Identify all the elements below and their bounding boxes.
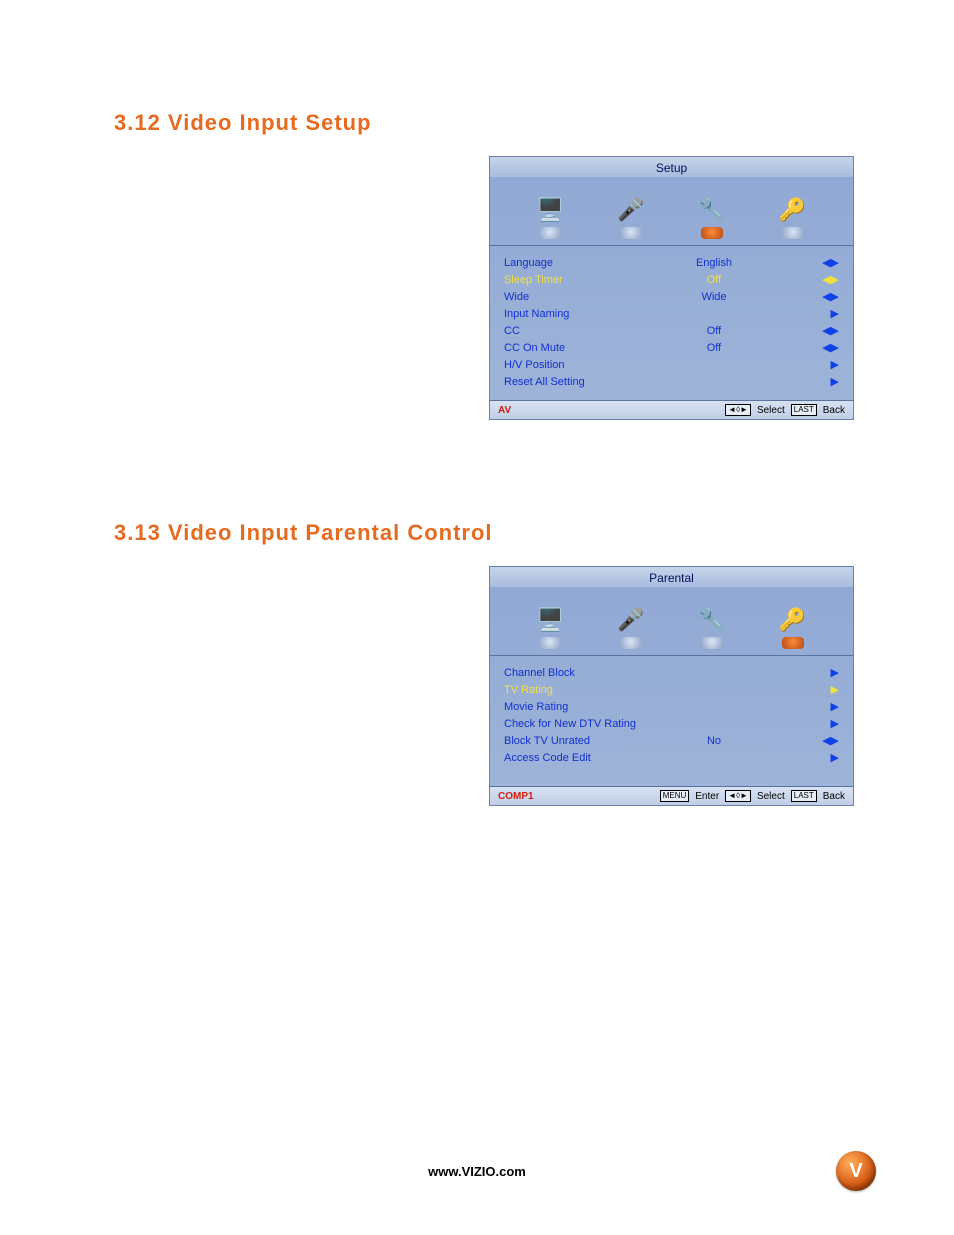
- audio-icon: 🎤: [617, 197, 644, 223]
- right-arrow-icon: ▶: [774, 358, 843, 371]
- menu-row[interactable]: TV Rating ▶: [504, 681, 843, 698]
- menu-row-label: Reset All Setting: [504, 376, 654, 388]
- left-right-arrow-icon: ◀▶: [774, 341, 843, 354]
- menu-row-label: CC: [504, 325, 654, 337]
- hint-text: Back: [823, 405, 845, 416]
- osd-title: Parental: [490, 567, 853, 587]
- menu-row[interactable]: Input Naming ▶: [504, 305, 843, 322]
- menu-row-label: H/V Position: [504, 359, 654, 371]
- input-source-label: COMP1: [498, 791, 660, 802]
- setup-icon: 🔧: [698, 197, 725, 223]
- keycap: LAST: [791, 790, 817, 802]
- osd-tab-indicators: [490, 633, 853, 656]
- menu-row-value: Wide: [654, 291, 774, 303]
- hint-text: Select: [757, 791, 785, 802]
- menu-row[interactable]: Access Code Edit ▶: [504, 749, 843, 766]
- menu-row[interactable]: Channel Block ▶: [504, 664, 843, 681]
- menu-row-value: No: [654, 735, 774, 747]
- vizio-logo: V: [836, 1151, 876, 1191]
- keycap: ◄◊►: [725, 790, 751, 802]
- tab-indicator-active[interactable]: [782, 637, 804, 649]
- osd-footer: COMP1 MENU Enter ◄◊► Select LAST Back: [490, 786, 853, 805]
- hint-text: Select: [757, 405, 785, 416]
- menu-row-label: CC On Mute: [504, 342, 654, 354]
- input-source-label: AV: [498, 405, 725, 416]
- tab-indicator-active[interactable]: [701, 227, 723, 239]
- left-right-arrow-icon: ◀▶: [774, 324, 843, 337]
- menu-row-label: Channel Block: [504, 667, 654, 679]
- menu-row-label: Language: [504, 257, 654, 269]
- osd-tab-indicators: [490, 223, 853, 246]
- menu-row[interactable]: H/V Position ▶: [504, 356, 843, 373]
- right-arrow-icon: ▶: [774, 751, 843, 764]
- picture-icon: 🖥️: [537, 607, 564, 633]
- picture-icon: 🖥️: [537, 197, 564, 223]
- right-arrow-icon: ▶: [774, 307, 843, 320]
- right-arrow-icon: ▶: [774, 375, 843, 388]
- menu-row-label: Check for New DTV Rating: [504, 718, 654, 730]
- tab-indicator[interactable]: [701, 637, 723, 649]
- left-right-arrow-icon: ◀▶: [774, 256, 843, 269]
- menu-row[interactable]: Check for New DTV Rating ▶: [504, 715, 843, 732]
- menu-row-label: Movie Rating: [504, 701, 654, 713]
- tab-indicator[interactable]: [539, 637, 561, 649]
- menu-row[interactable]: Block TV UnratedNo◀▶: [504, 732, 843, 749]
- menu-row[interactable]: WideWide◀▶: [504, 288, 843, 305]
- menu-row[interactable]: Movie Rating ▶: [504, 698, 843, 715]
- parental-icon: 🔑: [779, 197, 806, 223]
- menu-row-value: Off: [654, 342, 774, 354]
- keycap: MENU: [660, 790, 690, 802]
- osd-category-icons: 🖥️ 🎤 🔧 🔑: [490, 177, 853, 223]
- tab-indicator[interactable]: [539, 227, 561, 239]
- menu-row-label: Block TV Unrated: [504, 735, 654, 747]
- osd-footer: AV ◄◊► Select LAST Back: [490, 400, 853, 419]
- left-right-arrow-icon: ◀▶: [774, 290, 843, 303]
- menu-row[interactable]: CC On MuteOff◀▶: [504, 339, 843, 356]
- left-right-arrow-icon: ◀▶: [774, 734, 843, 747]
- hint-text: Back: [823, 791, 845, 802]
- right-arrow-icon: ▶: [774, 700, 843, 713]
- osd-title: Setup: [490, 157, 853, 177]
- menu-row-value: Off: [654, 325, 774, 337]
- menu-row-label: Wide: [504, 291, 654, 303]
- right-arrow-icon: ▶: [774, 666, 843, 679]
- menu-row-label: TV Rating: [504, 684, 654, 696]
- menu-row[interactable]: CCOff◀▶: [504, 322, 843, 339]
- menu-row-value: English: [654, 257, 774, 269]
- left-right-arrow-icon: ◀▶: [774, 273, 843, 286]
- hint-text: Enter: [695, 791, 719, 802]
- menu-row-label: Sleep Timer: [504, 274, 654, 286]
- section-heading-setup: 3.12 Video Input Setup: [114, 110, 854, 136]
- menu-row-label: Access Code Edit: [504, 752, 654, 764]
- footer-url: www.VIZIO.com: [0, 1164, 954, 1179]
- keycap: LAST: [791, 404, 817, 416]
- right-arrow-icon: ▶: [774, 717, 843, 730]
- osd-category-icons: 🖥️ 🎤 🔧 🔑: [490, 587, 853, 633]
- parental-icon: 🔑: [779, 607, 806, 633]
- osd-panel-parental: Parental 🖥️ 🎤 🔧 🔑 Channel Block▶TV Ratin…: [489, 566, 854, 806]
- right-arrow-icon: ▶: [774, 683, 843, 696]
- keycap: ◄◊►: [725, 404, 751, 416]
- tab-indicator[interactable]: [782, 227, 804, 239]
- audio-icon: 🎤: [617, 607, 644, 633]
- menu-row[interactable]: LanguageEnglish◀▶: [504, 254, 843, 271]
- tab-indicator[interactable]: [620, 637, 642, 649]
- menu-row[interactable]: Reset All Setting ▶: [504, 373, 843, 390]
- osd-panel-setup: Setup 🖥️ 🎤 🔧 🔑 LanguageEnglish◀▶Sleep Ti…: [489, 156, 854, 420]
- setup-icon: 🔧: [698, 607, 725, 633]
- tab-indicator[interactable]: [620, 227, 642, 239]
- menu-row[interactable]: Sleep TimerOff◀▶: [504, 271, 843, 288]
- section-heading-parental: 3.13 Video Input Parental Control: [114, 520, 854, 546]
- menu-row-label: Input Naming: [504, 308, 654, 320]
- menu-row-value: Off: [654, 274, 774, 286]
